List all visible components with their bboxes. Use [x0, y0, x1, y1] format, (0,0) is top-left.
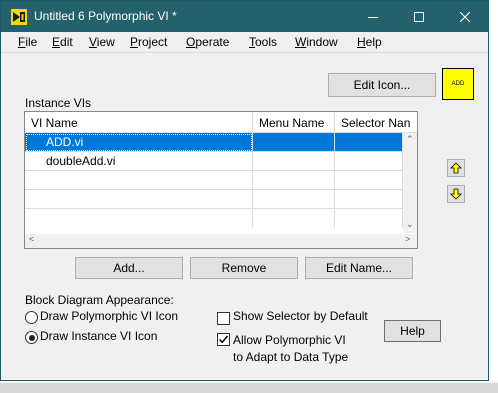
- draw-instance-icon-radio[interactable]: [25, 331, 38, 344]
- instance-vis-label: Instance VIs: [25, 96, 92, 110]
- vi-name-cell[interactable]: ADD.vi: [25, 133, 253, 152]
- remove-button[interactable]: Remove: [190, 257, 298, 279]
- list-row[interactable]: doubleAdd.vi: [25, 152, 403, 171]
- allow-adapt-label-line2[interactable]: to Adapt to Data Type: [233, 350, 348, 364]
- menu-project[interactable]: Project: [130, 35, 167, 49]
- menu-name-cell[interactable]: [253, 133, 335, 152]
- draw-polymorphic-icon-radio[interactable]: [25, 311, 38, 324]
- block-diagram-appearance-label: Block Diagram Appearance:: [25, 293, 174, 307]
- selector-name-cell[interactable]: [335, 133, 403, 152]
- menu-file[interactable]: File: [18, 35, 37, 49]
- minimize-icon: [368, 16, 378, 18]
- scroll-down-arrow-icon[interactable]: ⌄: [406, 219, 414, 230]
- checkmark-icon: [218, 335, 229, 344]
- window-title: Untitled 6 Polymorphic VI *: [34, 9, 177, 23]
- background-strip: [0, 383, 498, 393]
- menu-tools[interactable]: Tools: [249, 35, 277, 49]
- menu-edit[interactable]: Edit: [52, 35, 73, 49]
- column-header-menu-name[interactable]: Menu Name: [253, 112, 335, 133]
- maximize-icon: [414, 11, 424, 22]
- instance-vis-list[interactable]: VI Name Menu Name Selector Nan ADD.vi do…: [24, 111, 418, 249]
- empty-list-row[interactable]: [25, 209, 403, 228]
- vi-name-cell[interactable]: doubleAdd.vi: [25, 152, 253, 171]
- horizontal-scrollbar[interactable]: < >: [25, 234, 417, 248]
- list-row[interactable]: ADD.vi: [25, 133, 403, 152]
- polymorphic-vi-window: Untitled 6 Polymorphic VI * File Edit Vi…: [0, 0, 489, 381]
- menu-operate[interactable]: Operate: [186, 35, 229, 49]
- draw-instance-icon-label[interactable]: Draw Instance VI Icon: [40, 329, 157, 343]
- labview-app-icon: [11, 9, 27, 25]
- move-down-arrow-icon: [450, 188, 462, 200]
- edit-name-button[interactable]: Edit Name...: [305, 257, 413, 279]
- scroll-right-arrow-icon[interactable]: >: [405, 234, 410, 244]
- scroll-left-arrow-icon[interactable]: <: [29, 234, 34, 244]
- help-button[interactable]: Help: [384, 320, 441, 342]
- minimize-button[interactable]: [350, 1, 396, 32]
- selector-name-cell[interactable]: [335, 152, 403, 171]
- move-up-arrow-icon: [450, 162, 462, 174]
- list-header: VI Name Menu Name Selector Nan: [25, 112, 417, 133]
- close-icon: [460, 11, 470, 22]
- allow-adapt-label-line1[interactable]: Allow Polymorphic VI: [233, 333, 346, 347]
- allow-adapt-checkbox[interactable]: [217, 333, 230, 346]
- edit-icon-button[interactable]: Edit Icon...: [328, 73, 436, 97]
- draw-polymorphic-icon-label[interactable]: Draw Polymorphic VI Icon: [40, 309, 178, 323]
- column-header-selector-name[interactable]: Selector Nan: [335, 112, 417, 133]
- add-button[interactable]: Add...: [75, 257, 183, 279]
- menu-help[interactable]: Help: [357, 35, 382, 49]
- maximize-button[interactable]: [396, 1, 442, 32]
- show-selector-checkbox[interactable]: [217, 312, 230, 325]
- close-button[interactable]: [442, 1, 488, 32]
- move-up-button[interactable]: [447, 159, 465, 177]
- move-down-button[interactable]: [447, 185, 465, 203]
- show-selector-label[interactable]: Show Selector by Default: [233, 309, 368, 323]
- column-header-vi-name[interactable]: VI Name: [25, 112, 253, 133]
- menu-window[interactable]: Window: [295, 35, 338, 49]
- empty-list-row[interactable]: [25, 171, 403, 190]
- menu-view[interactable]: View: [89, 35, 115, 49]
- vertical-scrollbar[interactable]: ⌃ ⌄: [403, 133, 417, 233]
- scroll-up-arrow-icon[interactable]: ⌃: [406, 134, 414, 145]
- empty-list-row[interactable]: [25, 190, 403, 209]
- title-bar[interactable]: Untitled 6 Polymorphic VI *: [1, 1, 488, 32]
- menu-name-cell[interactable]: [253, 152, 335, 171]
- menu-bar: File Edit View Project Operate Tools Win…: [1, 32, 488, 53]
- vi-icon-preview[interactable]: ADD: [442, 68, 474, 100]
